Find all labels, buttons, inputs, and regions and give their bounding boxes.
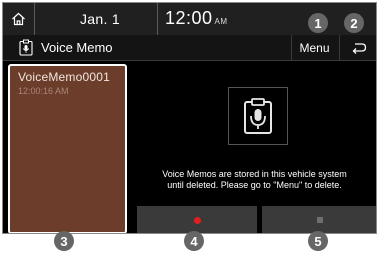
stop-icon <box>317 217 323 223</box>
back-arrow-icon <box>352 43 367 54</box>
menu-button[interactable]: Menu <box>291 35 337 61</box>
status-divider <box>157 3 158 35</box>
callout-badge-2: 2 <box>344 13 364 33</box>
memo-content-panel: Voice Memos are stored in this vehicle s… <box>131 63 376 233</box>
home-button[interactable] <box>3 3 35 35</box>
storage-notice: Voice Memos are stored in this vehicle s… <box>131 169 376 191</box>
voice-memo-icon <box>19 39 33 56</box>
record-icon <box>193 216 201 224</box>
microphone-clipboard-icon <box>244 98 272 134</box>
notice-line: Voice Memos are stored in this vehicle s… <box>162 169 347 179</box>
callout-badge-4: 4 <box>184 231 204 251</box>
infotainment-screen: Jan. 1 12:00 AM Voice Memo Menu VoiceMemo… <box>2 2 377 234</box>
status-clock: 12:00 AM <box>165 8 228 29</box>
callout-badge-1: 1 <box>308 13 328 33</box>
status-time: 12:00 <box>165 8 213 28</box>
page-title: Voice Memo <box>41 40 113 55</box>
memo-time: 12:00:16 AM <box>18 86 69 96</box>
callout-badge-5: 5 <box>308 231 328 251</box>
memo-list: VoiceMemo0001 12:00:16 AM <box>8 64 127 233</box>
notice-line: until deleted. Please go to "Menu" to de… <box>167 180 342 190</box>
record-button[interactable] <box>137 206 257 233</box>
callout-badge-3: 3 <box>54 231 74 251</box>
mic-frame <box>228 87 288 145</box>
status-ampm: AM <box>214 17 228 26</box>
status-date: Jan. 1 <box>80 11 120 27</box>
home-icon <box>12 12 25 26</box>
back-button[interactable] <box>339 35 376 61</box>
stop-button[interactable] <box>262 206 376 233</box>
title-bar: Voice Memo Menu <box>3 35 376 61</box>
memo-name: VoiceMemo0001 <box>18 70 110 84</box>
